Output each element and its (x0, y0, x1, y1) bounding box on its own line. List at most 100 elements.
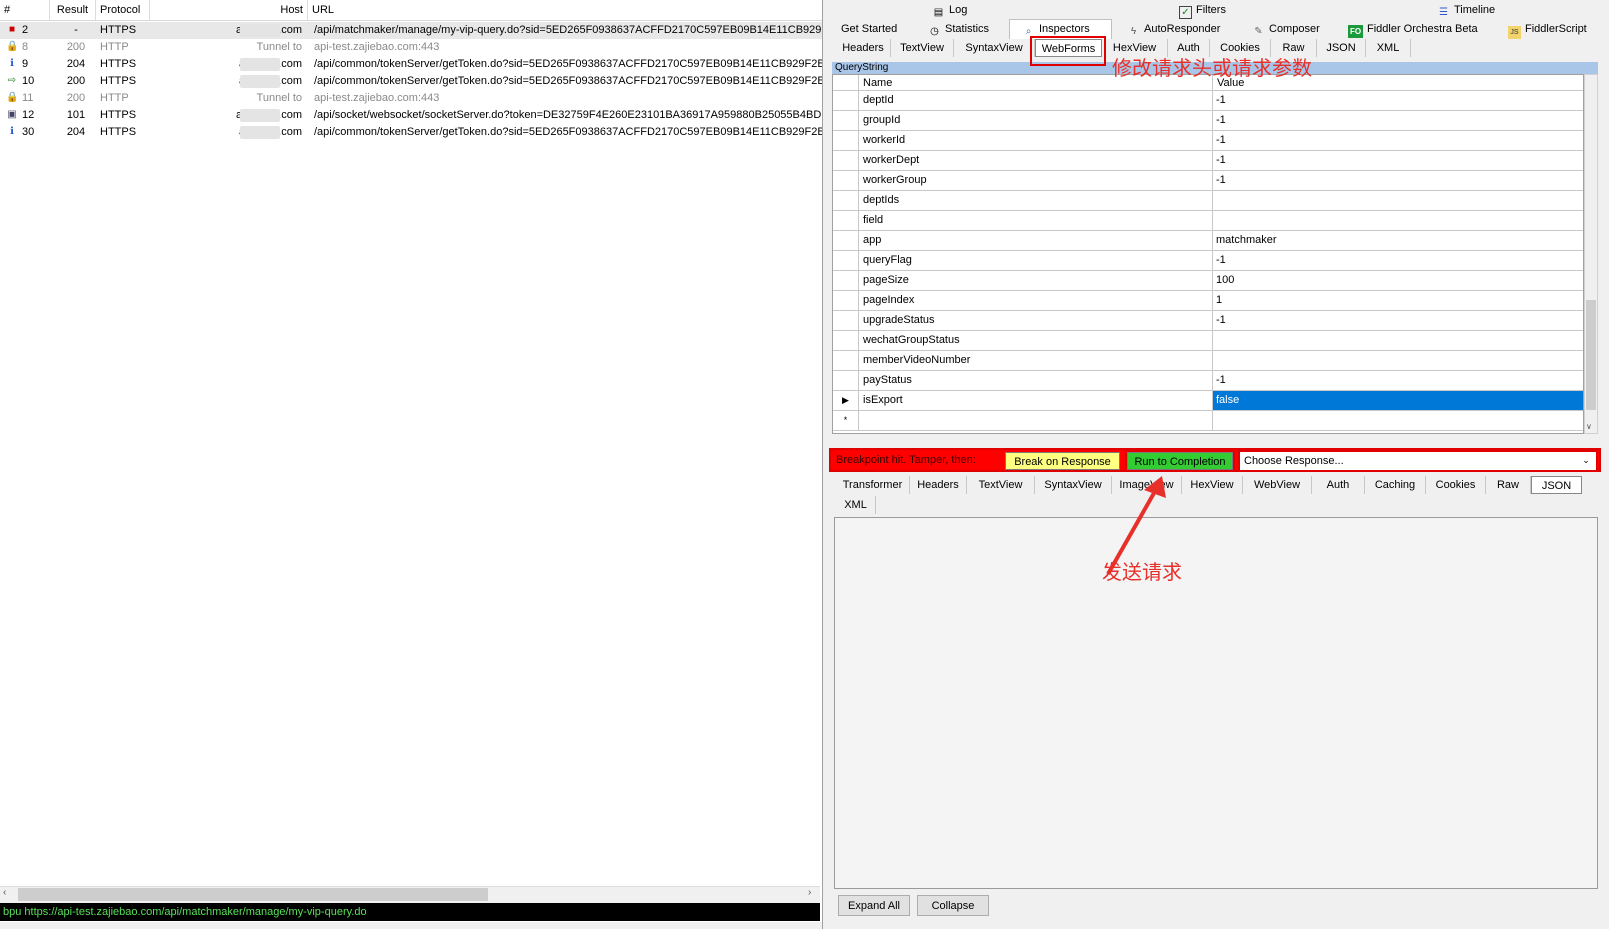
response-tab-xml[interactable]: XML (836, 496, 876, 514)
tab-filters[interactable]: ✓ Filters (1179, 1, 1226, 19)
param-value[interactable]: matchmaker (1213, 231, 1583, 250)
row-selector[interactable] (833, 151, 859, 170)
column-header-id[interactable]: # (0, 0, 50, 20)
param-name[interactable]: queryFlag (859, 251, 1213, 270)
grid-row[interactable]: app matchmaker (833, 231, 1583, 251)
grid-row[interactable]: pageSize 100 (833, 271, 1583, 291)
param-value[interactable] (1213, 191, 1583, 210)
tab-get-started[interactable]: Get Started (841, 20, 897, 38)
request-tab-syntaxview[interactable]: SyntaxView (954, 39, 1035, 57)
tab-composer[interactable]: ✎ Composer (1252, 20, 1319, 38)
response-tab-auth[interactable]: Auth (1312, 476, 1365, 494)
scroll-down-arrow-icon[interactable]: ∨ (1586, 422, 1592, 431)
break-on-response-button[interactable]: Break on Response (1005, 452, 1120, 470)
grid-row[interactable]: field (833, 211, 1583, 231)
response-tab-json[interactable]: JSON (1531, 476, 1582, 494)
response-tab-webview[interactable]: WebView (1243, 476, 1312, 494)
param-name[interactable]: app (859, 231, 1213, 250)
row-selector[interactable] (833, 91, 859, 110)
tab-fiddlerscript[interactable]: JS FiddlerScript (1508, 20, 1587, 39)
expand-all-button[interactable]: Expand All (838, 895, 910, 916)
grid-row[interactable]: ▶ isExport false (833, 391, 1583, 411)
row-selector[interactable] (833, 371, 859, 390)
request-tab-json[interactable]: JSON (1317, 39, 1366, 57)
column-header-host[interactable]: Host (150, 0, 308, 20)
row-selector[interactable] (833, 191, 859, 210)
response-tab-raw[interactable]: Raw (1486, 476, 1531, 494)
response-tab-cookies[interactable]: Cookies (1426, 476, 1486, 494)
run-to-completion-button[interactable]: Run to Completion (1125, 450, 1235, 472)
grid-row[interactable]: memberVideoNumber (833, 351, 1583, 371)
param-name[interactable]: memberVideoNumber (859, 351, 1213, 370)
grid-row[interactable]: pageIndex 1 (833, 291, 1583, 311)
grid-row[interactable]: queryFlag -1 (833, 251, 1583, 271)
param-name[interactable]: workerGroup (859, 171, 1213, 190)
grid-row[interactable]: deptIds (833, 191, 1583, 211)
tab-statistics[interactable]: ◷ Statistics (928, 20, 989, 38)
row-selector[interactable] (833, 231, 859, 250)
quickexec-command-line[interactable]: bpu https://api-test.zajiebao.com/api/ma… (0, 903, 820, 921)
grid-scroll-thumb[interactable] (1586, 300, 1596, 410)
param-value[interactable] (1213, 211, 1583, 230)
param-name[interactable]: payStatus (859, 371, 1213, 390)
grid-row[interactable]: upgradeStatus -1 (833, 311, 1583, 331)
response-tab-headers[interactable]: Headers (910, 476, 967, 494)
param-name[interactable]: wechatGroupStatus (859, 331, 1213, 350)
row-selector[interactable] (833, 111, 859, 130)
param-name[interactable]: groupId (859, 111, 1213, 130)
param-name[interactable] (859, 411, 1213, 430)
grid-row[interactable]: workerGroup -1 (833, 171, 1583, 191)
column-header-url[interactable]: URL (308, 0, 822, 20)
row-selector[interactable] (833, 311, 859, 330)
param-value[interactable]: 1 (1213, 291, 1583, 310)
response-tab-caching[interactable]: Caching (1365, 476, 1426, 494)
param-name[interactable]: upgradeStatus (859, 311, 1213, 330)
grid-row[interactable]: deptId -1 (833, 91, 1583, 111)
collapse-button[interactable]: Collapse (917, 895, 989, 916)
row-pointer-icon[interactable]: ▶ (833, 391, 859, 410)
scroll-left-arrow-icon[interactable]: ‹ (3, 887, 6, 898)
param-name[interactable]: pageIndex (859, 291, 1213, 310)
param-value[interactable] (1213, 351, 1583, 370)
grid-row[interactable]: workerId -1 (833, 131, 1583, 151)
row-selector[interactable] (833, 291, 859, 310)
param-name[interactable]: workerId (859, 131, 1213, 150)
scroll-right-arrow-icon[interactable]: › (808, 887, 811, 898)
param-value[interactable]: false (1213, 391, 1583, 410)
row-selector[interactable] (833, 251, 859, 270)
param-value[interactable]: -1 (1213, 251, 1583, 270)
param-name[interactable]: deptId (859, 91, 1213, 110)
grid-row[interactable]: payStatus -1 (833, 371, 1583, 391)
response-tab-transformer[interactable]: Transformer (836, 476, 910, 494)
chevron-down-icon[interactable]: ⌄ (1580, 453, 1592, 467)
column-header-result[interactable]: Result (50, 0, 96, 20)
param-name[interactable]: field (859, 211, 1213, 230)
param-name[interactable]: isExport (859, 391, 1213, 410)
column-header-protocol[interactable]: Protocol (96, 0, 150, 20)
querystring-grid[interactable]: Name Value deptId -1 groupId -1 workerId -1 wo… (832, 74, 1584, 434)
grid-row[interactable]: wechatGroupStatus (833, 331, 1583, 351)
session-row[interactable]: ■2-HTTPSapi-test. .com/api/matchmaker/ma… (0, 22, 822, 39)
param-value[interactable]: -1 (1213, 151, 1583, 170)
param-value[interactable]: -1 (1213, 171, 1583, 190)
tab-timeline[interactable]: ☰ Timeline (1437, 1, 1495, 19)
param-value[interactable] (1213, 331, 1583, 350)
session-row[interactable]: 🔒 8 200 HTTP Tunnel to api-test.zajiebao.com:… (0, 39, 822, 56)
tab-fiddler-orchestra[interactable]: FO Fiddler Orchestra Beta (1348, 20, 1478, 38)
new-row-icon[interactable]: * (833, 411, 859, 430)
request-tab-xml[interactable]: XML (1366, 39, 1411, 57)
param-value[interactable]: -1 (1213, 91, 1583, 110)
param-name[interactable]: workerDept (859, 151, 1213, 170)
row-selector[interactable] (833, 211, 859, 230)
grid-new-row[interactable]: * (833, 411, 1583, 431)
row-selector[interactable] (833, 351, 859, 370)
row-selector[interactable] (833, 131, 859, 150)
param-value[interactable] (1213, 411, 1583, 430)
param-name[interactable]: pageSize (859, 271, 1213, 290)
param-value[interactable]: 100 (1213, 271, 1583, 290)
param-value[interactable]: -1 (1213, 311, 1583, 330)
response-tab-textview[interactable]: TextView (967, 476, 1035, 494)
session-row[interactable]: ⇨10200HTTPSapi-test .com/api/common/toke… (0, 73, 822, 90)
session-row[interactable]: ℹ30204HTTPSapi-test .com/api/common/toke… (0, 124, 822, 141)
response-body-area[interactable] (834, 517, 1598, 889)
